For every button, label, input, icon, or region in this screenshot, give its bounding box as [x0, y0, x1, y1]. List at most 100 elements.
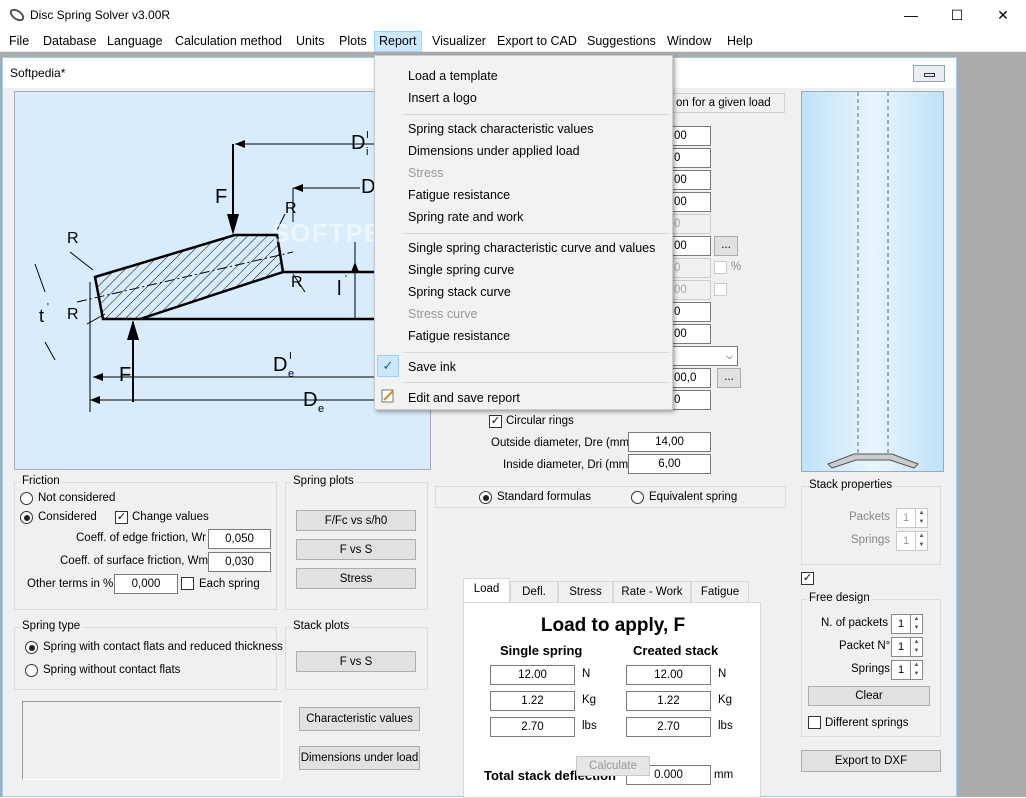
- param-input-3[interactable]: 00: [671, 170, 711, 190]
- minimize-button[interactable]: —: [888, 0, 934, 31]
- menu-item-stack-characteristic-values[interactable]: Spring stack characteristic values: [408, 122, 594, 136]
- param-checkbox[interactable]: [714, 283, 727, 296]
- restore-button[interactable]: [913, 65, 945, 82]
- tab-rate-work[interactable]: Rate - Work: [613, 581, 691, 603]
- material-select[interactable]: ⌵: [671, 346, 738, 366]
- equivalent-spring-radio[interactable]: [631, 491, 644, 504]
- maximize-button[interactable]: ☐: [934, 0, 980, 31]
- close-button[interactable]: ✕: [980, 0, 1026, 31]
- menu-item-spring-stack-curve[interactable]: Spring stack curve: [408, 285, 511, 299]
- unit-lbs-1: lbs: [582, 720, 597, 732]
- param-input-1[interactable]: 00: [671, 126, 711, 146]
- export-dxf-button[interactable]: Export to DXF: [801, 750, 941, 772]
- tab-fatigue[interactable]: Fatigue: [691, 581, 749, 603]
- friction-considered-radio[interactable]: [20, 511, 33, 524]
- plot-ffc-button[interactable]: F/Fc vs s/h0: [296, 510, 416, 531]
- characteristic-values-button[interactable]: Characteristic values: [299, 707, 420, 731]
- stack-properties-title: Stack properties: [807, 479, 895, 491]
- param-input-4[interactable]: 00: [671, 192, 711, 212]
- n-packets-spinner[interactable]: 1 ▲ ▼: [891, 614, 923, 634]
- springs-label: Springs: [851, 534, 890, 546]
- menu-visualizer[interactable]: Visualizer: [432, 34, 486, 48]
- plot-f-vs-s-button[interactable]: F vs S: [296, 539, 416, 560]
- packets-spinner: 1 ▲ ▼: [896, 508, 928, 528]
- menu-item-single-spring-curve[interactable]: Single spring curve: [408, 263, 514, 277]
- packet-no-spinner[interactable]: 1 ▲ ▼: [891, 637, 923, 657]
- each-spring-checkbox[interactable]: [181, 577, 194, 590]
- stack-load-kg[interactable]: 1.22: [626, 691, 711, 711]
- edit-report-icon: [381, 389, 394, 403]
- r-label-top: R: [285, 200, 297, 217]
- inside-diameter-input[interactable]: 6,00: [628, 454, 711, 474]
- standard-formulas-radio[interactable]: [479, 491, 492, 504]
- tab-load[interactable]: Load: [463, 578, 510, 603]
- surface-friction-input[interactable]: 0,030: [208, 552, 271, 572]
- clear-button[interactable]: Clear: [808, 686, 930, 706]
- single-load-lbs[interactable]: 2.70: [490, 717, 575, 737]
- edge-friction-label: Coeff. of edge friction, Wr: [76, 532, 206, 544]
- menu-language[interactable]: Language: [107, 34, 163, 48]
- param-input-11[interactable]: 00,0: [671, 368, 711, 388]
- menu-help[interactable]: Help: [727, 34, 753, 48]
- dimensions-under-load-button[interactable]: Dimensions under load: [299, 746, 420, 770]
- param-input-6[interactable]: 00: [671, 236, 711, 256]
- calc-mode-label: on for a given load: [676, 97, 771, 109]
- free-design-checkbox[interactable]: ✓: [801, 572, 814, 585]
- menu-item-single-spring-curve-values[interactable]: Single spring characteristic curve and v…: [408, 241, 655, 255]
- menu-item-insert-logo[interactable]: Insert a logo: [408, 91, 477, 105]
- param-browse-button-2[interactable]: ...: [717, 368, 741, 388]
- spring-diagram: D i I D F R R R R t ' l ' F D e I D e: [14, 91, 431, 470]
- de-subscript: e: [318, 403, 325, 415]
- menu-units[interactable]: Units: [296, 34, 324, 48]
- unit-kg-2: Kg: [718, 694, 733, 706]
- circular-rings-label: Circular rings: [506, 415, 574, 427]
- circular-rings-checkbox[interactable]: ✓: [489, 415, 502, 428]
- app-icon: [9, 8, 25, 22]
- menu-report[interactable]: Report: [374, 31, 422, 52]
- outside-diameter-input[interactable]: 14,00: [628, 432, 711, 452]
- tab-stress[interactable]: Stress: [558, 581, 613, 603]
- menu-item-load-template[interactable]: Load a template: [408, 69, 498, 83]
- menu-database[interactable]: Database: [43, 34, 97, 48]
- tab-defl[interactable]: Defl.: [510, 581, 558, 603]
- other-terms-label: Other terms in %: [27, 578, 114, 590]
- menu-item-dimensions-under-load[interactable]: Dimensions under applied load: [408, 144, 580, 158]
- single-spring-header: Single spring: [500, 643, 583, 658]
- calculate-button[interactable]: Calculate: [576, 756, 650, 776]
- menu-plots[interactable]: Plots: [339, 34, 367, 48]
- friction-not-considered-radio[interactable]: [20, 492, 33, 505]
- single-load-kg[interactable]: 1.22: [490, 691, 575, 711]
- param-input-12[interactable]: 0: [671, 390, 711, 410]
- load-title: Load to apply, F: [540, 615, 686, 636]
- menu-file[interactable]: File: [9, 34, 29, 48]
- stack-plot-f-vs-s-button[interactable]: F vs S: [296, 651, 416, 672]
- percent-checkbox[interactable]: [714, 261, 727, 274]
- menu-item-save-ink[interactable]: Save ink: [408, 360, 456, 374]
- change-values-checkbox[interactable]: ✓: [115, 511, 128, 524]
- edge-friction-input[interactable]: 0,050: [208, 529, 271, 549]
- menu-item-fatigue-resistance-curve[interactable]: Fatigue resistance: [408, 329, 510, 343]
- menu-window[interactable]: Window: [667, 34, 711, 48]
- stack-load-n[interactable]: 12.00: [626, 665, 711, 685]
- menu-export-to-cad[interactable]: Export to CAD: [497, 34, 577, 48]
- param-input-8: 00: [671, 280, 711, 300]
- without-flats-radio[interactable]: [25, 664, 38, 677]
- param-input-9[interactable]: 0: [671, 302, 711, 322]
- param-input-2[interactable]: 0: [671, 148, 711, 168]
- menu-item-fatigue-resistance[interactable]: Fatigue resistance: [408, 188, 510, 202]
- different-springs-checkbox[interactable]: [808, 716, 821, 729]
- stack-load-lbs[interactable]: 2.70: [626, 717, 711, 737]
- menu-item-spring-rate-work[interactable]: Spring rate and work: [408, 210, 523, 224]
- deflection-unit: mm: [714, 769, 734, 781]
- param-input-10[interactable]: 00: [671, 324, 711, 344]
- single-load-n[interactable]: 12.00: [490, 665, 575, 685]
- menu-calculation-method[interactable]: Calculation method: [175, 34, 282, 48]
- menu-suggestions[interactable]: Suggestions: [587, 34, 656, 48]
- menu-item-edit-save-report[interactable]: Edit and save report: [408, 391, 520, 405]
- fd-springs-spinner[interactable]: 1 ▲ ▼: [891, 660, 923, 680]
- param-browse-button[interactable]: ...: [714, 236, 738, 256]
- plot-stress-button[interactable]: Stress: [296, 568, 416, 589]
- with-flats-radio[interactable]: [25, 641, 38, 654]
- other-terms-input[interactable]: 0,000: [114, 574, 178, 594]
- n-packets-label: N. of packets: [821, 617, 889, 629]
